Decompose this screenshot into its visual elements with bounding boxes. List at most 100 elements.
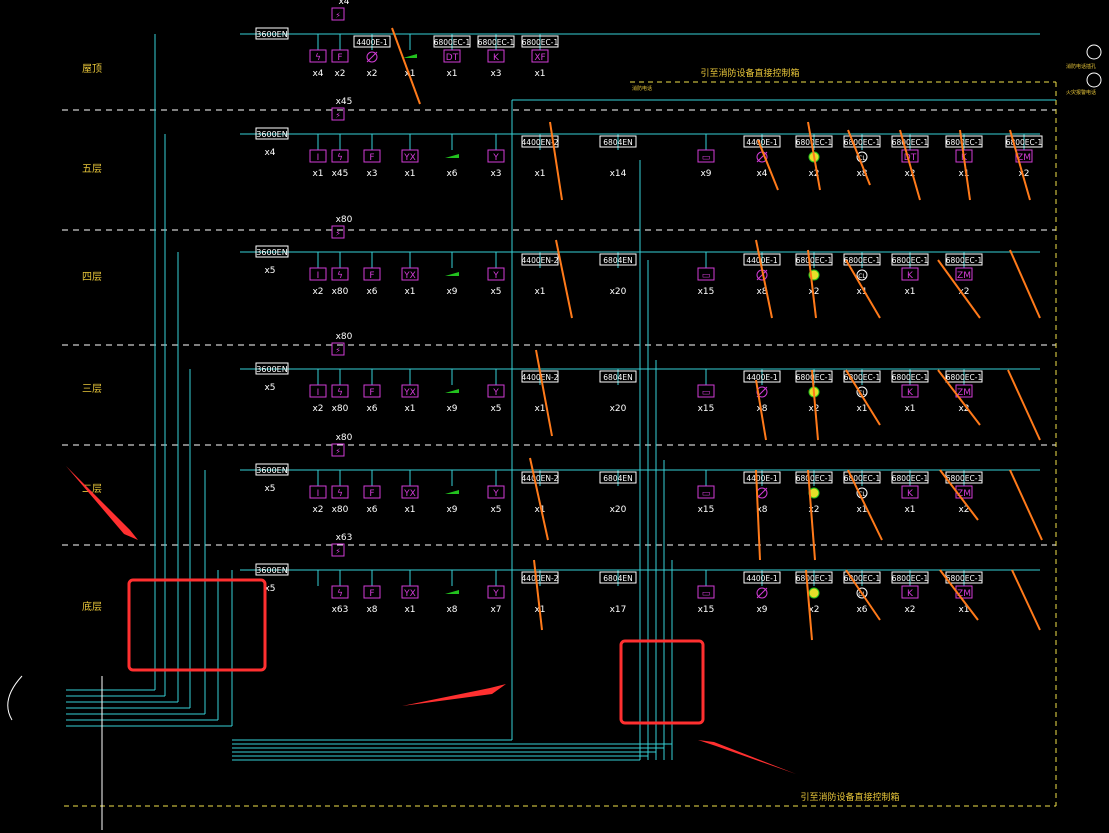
device-symbol: F — [337, 53, 342, 63]
device-count: x1 — [904, 404, 915, 414]
device-module-label: 4400E-1 — [746, 574, 778, 583]
device-symbol: DT — [904, 153, 917, 163]
device-count: x3 — [490, 69, 501, 79]
device-module-label: 6800EC-1 — [946, 373, 983, 382]
device-module-label: 4400E-1 — [746, 138, 778, 147]
cl-icon-label: CL — [858, 273, 866, 280]
bus-module-label: 3600EN — [256, 248, 287, 257]
device-module-label: 4400EN-2 — [522, 574, 559, 583]
device-module-label: 4400E-1 — [746, 373, 778, 382]
device-count: x1 — [534, 169, 545, 179]
device-symbol: F — [369, 388, 374, 398]
device-module-label: 6804EN — [603, 373, 632, 382]
device-module-label: 6800EC-1 — [946, 256, 983, 265]
top-isolator-icon: ⚡ — [335, 229, 341, 238]
device-count: x45 — [332, 169, 349, 179]
yellow-light-icon — [808, 587, 820, 599]
device-module-label: 6804EN — [603, 256, 632, 265]
device-count: x4 — [756, 169, 767, 179]
floor-label: 三层 — [82, 383, 102, 395]
fire-alarm-system-diagram: 屋顶 3600EN ⚡ x4 ϟ x4 Fx2 4400E-1 x2 x1 6800EC-1 DT x1… — [0, 0, 1109, 833]
device-symbol: ▭ — [702, 589, 711, 599]
device-count: x9 — [446, 287, 457, 297]
floor-label: 屋顶 — [82, 63, 102, 75]
device-module-label: 6800EC-1 — [1006, 138, 1043, 147]
device-count: x1 — [856, 404, 867, 414]
device-count: x17 — [610, 605, 627, 615]
device-count: x7 — [490, 605, 501, 615]
device-count: x5 — [490, 404, 501, 414]
bus-module-count: x5 — [264, 266, 275, 276]
bus-module-label: 3600EN — [256, 466, 287, 475]
device-count: x80 — [332, 505, 349, 515]
device-module-label: 4400E-1 — [746, 256, 778, 265]
top-isolator-count: x80 — [336, 332, 353, 342]
device-symbol: ϟ — [337, 489, 343, 499]
device-symbol: ▭ — [702, 388, 711, 398]
device-symbol: YX — [403, 589, 416, 599]
device-count: x63 — [332, 605, 349, 615]
device-module-label: 6800EC-1 — [796, 373, 833, 382]
device-count: x15 — [698, 404, 715, 414]
device-count: x1 — [404, 505, 415, 515]
device-count: x9 — [756, 605, 767, 615]
top-isolator-icon: ⚡ — [335, 11, 341, 20]
bus-module-label: 3600EN — [256, 130, 287, 139]
device-module-label: 6800EC-1 — [844, 474, 881, 483]
annotation-fire-box-label: 消防电话 — [632, 85, 652, 92]
device-module-label: 6800EC-1 — [946, 138, 983, 147]
device-count: x80 — [332, 404, 349, 414]
device-module-label: 6800EC-1 — [434, 38, 471, 47]
device-symbol: Y — [492, 388, 499, 398]
device-count: x9 — [700, 169, 711, 179]
device-count: x1 — [904, 505, 915, 515]
bus-module-label: 3600EN — [256, 566, 287, 575]
device-count: x6 — [856, 605, 867, 615]
device-count: x15 — [698, 505, 715, 515]
device-symbol: YX — [403, 489, 416, 499]
annotation-phone2: 火灾报警电话 — [1066, 89, 1096, 96]
floor-label: 四层 — [82, 271, 102, 283]
device-symbol: ▭ — [702, 489, 711, 499]
device-count: x1 — [958, 169, 969, 179]
annotation-bottom: 引至消防设备直接控制箱 — [800, 791, 899, 803]
device-count: x9 — [446, 505, 457, 515]
device-module-label: 6800EC-1 — [522, 38, 559, 47]
device-count: x2 — [312, 404, 323, 414]
device-count: x80 — [332, 287, 349, 297]
device-count: x2 — [808, 404, 819, 414]
device-symbol: DT — [446, 53, 459, 63]
device-symbol: ▭ — [702, 271, 711, 281]
top-isolator-icon: ⚡ — [335, 447, 341, 456]
top-isolator-count: x80 — [336, 433, 353, 443]
device-count: x2 — [334, 69, 345, 79]
device-count: x1 — [404, 404, 415, 414]
device-count: x20 — [610, 404, 627, 414]
device-symbol: I — [317, 153, 320, 163]
device-symbol: F — [369, 271, 374, 281]
device-count: x6 — [366, 287, 377, 297]
device-module-label: 4400E-1 — [356, 38, 388, 47]
bus-module-count: x4 — [264, 148, 275, 158]
bus-module-label: 3600EN — [256, 365, 287, 374]
device-module-label: 6800EC-1 — [796, 574, 833, 583]
device-symbol: ϟ — [337, 388, 343, 398]
device-count: x2 — [904, 605, 915, 615]
device-symbol: I — [317, 388, 320, 398]
device-symbol: ϟ — [337, 271, 343, 281]
device-symbol: YX — [403, 153, 416, 163]
device-count: x8 — [366, 605, 377, 615]
device-count: x4 — [312, 69, 323, 79]
device-symbol: F — [369, 489, 374, 499]
device-module-label: 6800EC-1 — [946, 574, 983, 583]
device-symbol: YX — [403, 388, 416, 398]
annotation-phone1: 消防电话插孔 — [1066, 63, 1096, 70]
device-module-label: 6800EC-1 — [844, 138, 881, 147]
device-count: x2 — [312, 505, 323, 515]
device-count: x2 — [366, 69, 377, 79]
device-count: x1 — [534, 69, 545, 79]
device-symbol: ϟ — [337, 153, 343, 163]
device-symbol: I — [317, 271, 320, 281]
device-count: x14 — [610, 169, 627, 179]
device-symbol: XF — [534, 53, 545, 63]
